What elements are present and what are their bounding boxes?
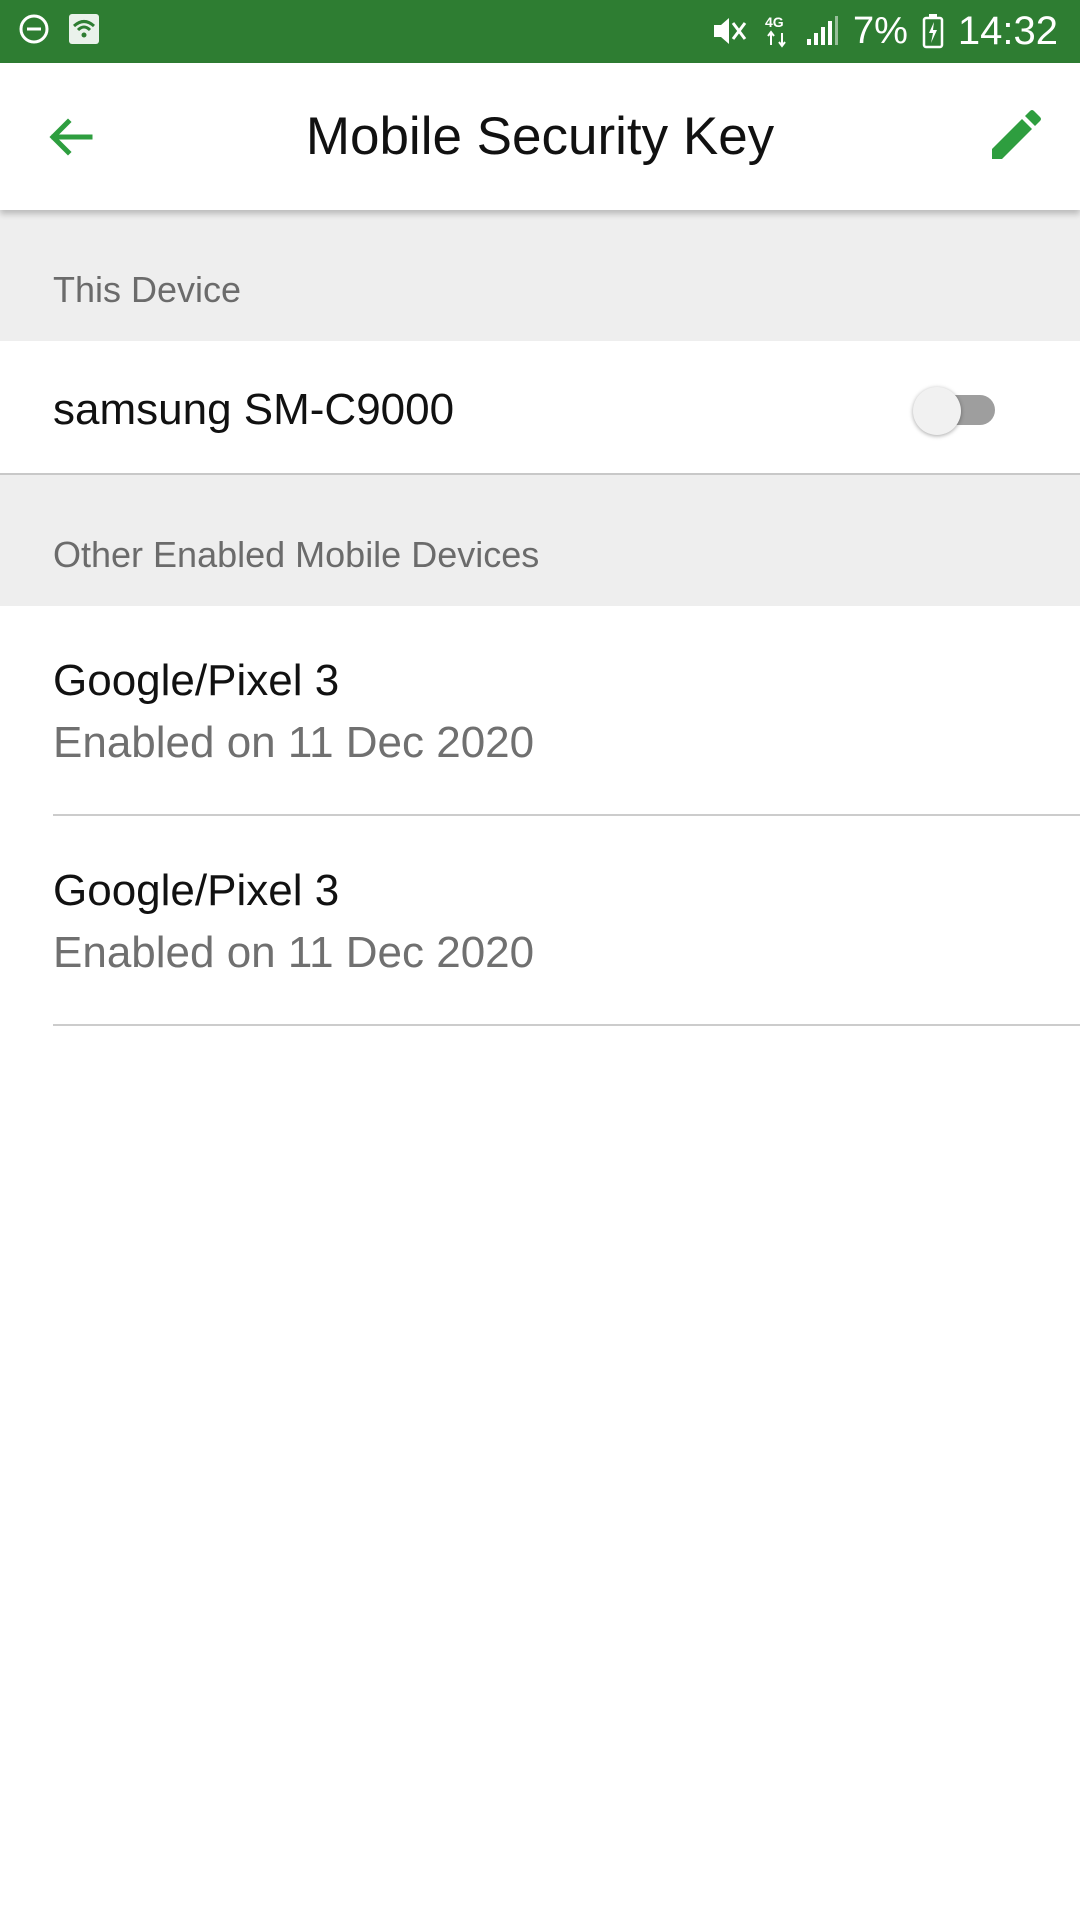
status-bar: 4G 7% 14:32 [0,0,1080,63]
status-time: 14:32 [957,8,1058,53]
this-device-section-header: This Device [0,210,1080,341]
page-title: Mobile Security Key [305,107,775,166]
svg-text:4G: 4G [765,14,784,30]
battery-charging-icon [922,13,944,49]
section-header-label: This Device [53,269,242,310]
pencil-icon [992,110,1041,159]
do-not-disturb-icon [18,13,50,45]
4g-data-icon: 4G [763,13,791,49]
section-header-label: Other Enabled Mobile Devices [53,534,540,575]
device-name: Google/Pixel 3 [53,866,340,915]
wifi-icon [68,13,100,45]
toggle-thumb [913,387,961,435]
mute-icon [711,14,749,48]
edit-button[interactable] [984,107,1044,167]
divider [53,1024,1080,1026]
device-enabled-date: Enabled on 11 Dec 2020 [53,718,535,767]
signal-icon [805,15,839,47]
this-device-row: samsung SM-C9000 [0,341,1080,475]
other-devices-section-header: Other Enabled Mobile Devices [0,475,1080,606]
battery-percent: 7% [852,9,908,52]
device-name: Google/Pixel 3 [53,656,340,705]
list-item[interactable]: Google/Pixel 3 Enabled on 11 Dec 2020 [0,816,1080,1026]
app-toolbar: Mobile Security Key [0,63,1080,210]
security-key-toggle[interactable] [913,387,999,435]
device-enabled-date: Enabled on 11 Dec 2020 [53,928,535,977]
list-item[interactable]: Google/Pixel 3 Enabled on 11 Dec 2020 [0,606,1080,816]
this-device-name: samsung SM-C9000 [53,385,455,434]
